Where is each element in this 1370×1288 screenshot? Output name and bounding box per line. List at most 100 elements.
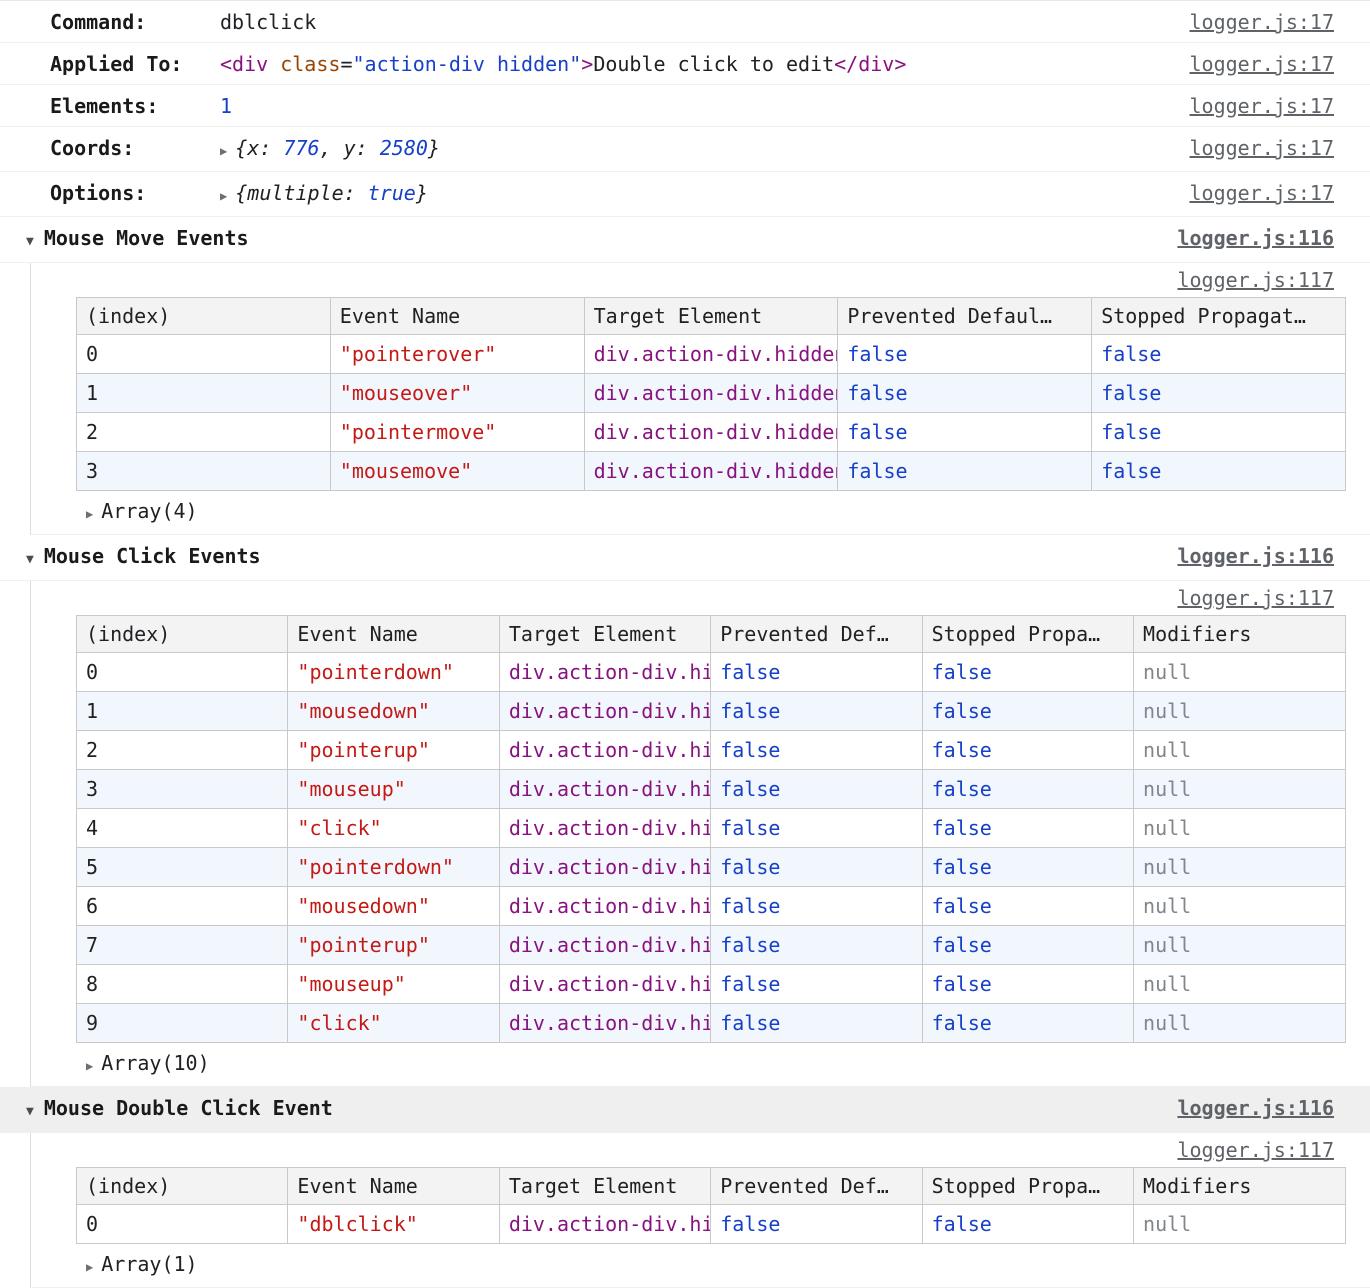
cell-modifiers: null <box>1134 770 1346 809</box>
cell-index: 1 <box>77 374 331 413</box>
group-header-mouse-double-click-event[interactable]: ▼ Mouse Double Click Event logger.js:116 <box>0 1087 1370 1133</box>
source-link[interactable]: logger.js:116 <box>1177 1096 1334 1120</box>
entry-label-coords: Coords: <box>50 136 220 160</box>
table-row: 5 "pointerdown" div.action-div.hidden fa… <box>77 848 1346 887</box>
array-toggle[interactable]: ▶ Array(10) <box>76 1043 1370 1086</box>
source-link[interactable]: logger.js:117 <box>1177 268 1334 292</box>
table-header-row: (index)Event NameTarget ElementPrevented… <box>77 298 1346 335</box>
expand-arrow-icon[interactable]: ▶ <box>220 184 227 208</box>
preview-text: } <box>416 181 428 205</box>
cell-target-element[interactable]: div.action-div.hidden <box>584 374 838 413</box>
table-header-row: (index)Event NameTarget ElementPrevented… <box>77 616 1346 653</box>
cell-target-element[interactable]: div.action-div.hidden <box>499 1205 710 1244</box>
cell-index: 0 <box>77 335 331 374</box>
table-row: 0 "pointerdown" div.action-div.hidden fa… <box>77 653 1346 692</box>
cell-index: 0 <box>77 653 288 692</box>
console-entry-command: Command: dblclick logger.js:17 <box>0 1 1370 43</box>
cell-modifiers: null <box>1134 926 1346 965</box>
group-title: Mouse Move Events <box>44 226 249 250</box>
cell-stopped-propagation: false <box>922 809 1133 848</box>
cell-target-element[interactable]: div.action-div.hidden <box>499 926 710 965</box>
group-header-mouse-click-events[interactable]: ▼ Mouse Click Events logger.js:116 <box>0 535 1370 581</box>
console-entry-elements: Elements: 1 logger.js:17 <box>0 85 1370 127</box>
cell-target-element[interactable]: div.action-div.hidden <box>584 413 838 452</box>
entry-label-command: Command: <box>50 10 220 34</box>
cell-event-name: "click" <box>288 809 499 848</box>
cell-target-element[interactable]: div.action-div.hidden <box>499 770 710 809</box>
source-link[interactable]: logger.js:117 <box>1177 586 1334 610</box>
cell-event-name: "pointerover" <box>330 335 584 374</box>
source-link[interactable]: logger.js:17 <box>1190 10 1335 34</box>
group-header-mouse-move-events[interactable]: ▼ Mouse Move Events logger.js:116 <box>0 217 1370 263</box>
coords-object-preview[interactable]: {x: 776, y: 2580} <box>235 136 440 160</box>
cell-event-name: "pointerdown" <box>288 653 499 692</box>
cell-stopped-propagation: false <box>1092 413 1346 452</box>
column-header: Event Name <box>330 298 584 335</box>
equals-token: = <box>340 52 352 76</box>
source-link[interactable]: logger.js:116 <box>1177 226 1334 250</box>
group-title: Mouse Double Click Event <box>44 1096 333 1120</box>
table-row: 0 "dblclick" div.action-div.hidden false… <box>77 1205 1346 1244</box>
cell-target-element[interactable]: div.action-div.hidden <box>499 809 710 848</box>
array-label: Array(10) <box>101 1051 209 1075</box>
column-header: Prevented Defaul… <box>838 298 1092 335</box>
attr-value-token: "action-div hidden" <box>352 52 581 76</box>
source-link[interactable]: logger.js:117 <box>1177 1138 1334 1162</box>
inner-text-token: Double click to edit <box>593 52 834 76</box>
cell-stopped-propagation: false <box>922 1004 1133 1043</box>
array-toggle[interactable]: ▶ Array(4) <box>76 491 1370 534</box>
cell-event-name: "mouseup" <box>288 965 499 1004</box>
cell-target-element[interactable]: div.action-div.hidden <box>499 1004 710 1043</box>
cell-event-name: "pointerdown" <box>288 848 499 887</box>
expand-arrow-icon[interactable]: ▶ <box>86 1255 93 1279</box>
element-node-preview[interactable]: <div class="action-div hidden">Double cl… <box>220 52 906 76</box>
cell-modifiers: null <box>1134 809 1346 848</box>
cell-target-element[interactable]: div.action-div.hidden <box>499 848 710 887</box>
cell-target-element[interactable]: div.action-div.hidden <box>499 692 710 731</box>
elements-count: 1 <box>220 94 232 118</box>
cell-target-element[interactable]: div.action-div.hidden <box>499 731 710 770</box>
cell-index: 5 <box>77 848 288 887</box>
cell-target-element[interactable]: div.action-div.hidden <box>499 887 710 926</box>
cell-index: 0 <box>77 1205 288 1244</box>
options-object-preview[interactable]: {multiple: true} <box>235 181 428 205</box>
group-body-mouse-double-click-event: logger.js:117 (index)Event NameTarget El… <box>30 1133 1370 1288</box>
source-link[interactable]: logger.js:17 <box>1190 94 1335 118</box>
cell-target-element[interactable]: div.action-div.hidden <box>584 452 838 491</box>
cell-target-element[interactable]: div.action-div.hidden <box>499 965 710 1004</box>
cell-stopped-propagation: false <box>922 653 1133 692</box>
expand-arrow-icon[interactable]: ▶ <box>86 1054 93 1078</box>
console-table-entry: (index)Event NameTarget ElementPrevented… <box>31 615 1370 1086</box>
cell-modifiers: null <box>1134 887 1346 926</box>
collapse-arrow-icon[interactable]: ▼ <box>26 548 34 572</box>
attr-name-token: class <box>280 52 340 76</box>
table-row: 6 "mousedown" div.action-div.hidden fals… <box>77 887 1346 926</box>
table-row: 3 "mouseup" div.action-div.hidden false … <box>77 770 1346 809</box>
source-link[interactable]: logger.js:116 <box>1177 544 1334 568</box>
collapse-arrow-icon[interactable]: ▼ <box>26 230 34 254</box>
cell-prevented-default: false <box>711 1004 922 1043</box>
cell-prevented-default: false <box>711 692 922 731</box>
cell-target-element[interactable]: div.action-div.hidden <box>584 335 838 374</box>
cell-event-name: "pointerup" <box>288 926 499 965</box>
array-toggle[interactable]: ▶ Array(1) <box>76 1244 1370 1287</box>
source-link[interactable]: logger.js:17 <box>1190 136 1335 160</box>
mouse-double-click-event-table: (index)Event NameTarget ElementPrevented… <box>76 1167 1346 1244</box>
source-link[interactable]: logger.js:17 <box>1190 52 1335 76</box>
table-row: 2 "pointerup" div.action-div.hidden fals… <box>77 731 1346 770</box>
cell-stopped-propagation: false <box>922 848 1133 887</box>
cell-index: 2 <box>77 413 331 452</box>
cell-stopped-propagation: false <box>922 965 1133 1004</box>
cell-target-element[interactable]: div.action-div.hidden <box>499 653 710 692</box>
expand-arrow-icon[interactable]: ▶ <box>220 139 227 163</box>
column-header: (index) <box>77 298 331 335</box>
cell-index: 8 <box>77 965 288 1004</box>
console-table-entry: (index)Event NameTarget ElementPrevented… <box>31 1167 1370 1287</box>
source-link[interactable]: logger.js:17 <box>1190 181 1335 205</box>
cell-event-name: "pointerup" <box>288 731 499 770</box>
collapse-arrow-icon[interactable]: ▼ <box>26 1100 34 1124</box>
table-header-row: (index)Event NameTarget ElementPrevented… <box>77 1168 1346 1205</box>
expand-arrow-icon[interactable]: ▶ <box>86 502 93 526</box>
tag-end-token: </div> <box>834 52 906 76</box>
table-source-row: logger.js:117 <box>31 263 1370 297</box>
